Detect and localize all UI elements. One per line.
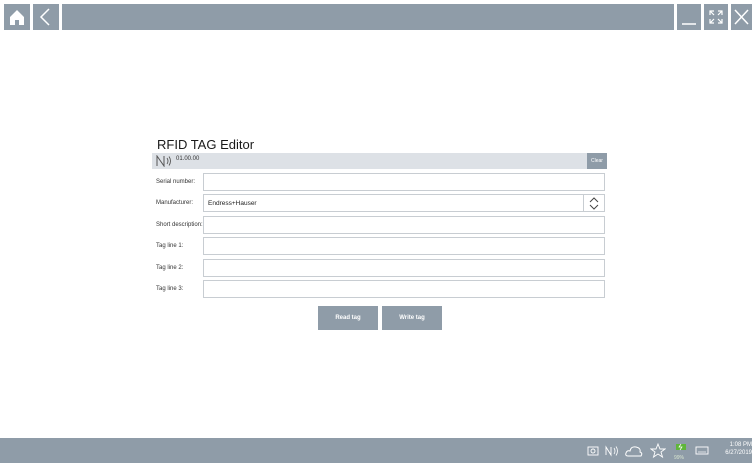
clock-date: 6/27/2019	[725, 450, 752, 456]
manufacturer-spinner[interactable]	[583, 195, 604, 211]
close-icon	[734, 9, 749, 25]
camera-icon[interactable]	[586, 438, 600, 463]
version-text: 01.00.00	[176, 156, 200, 162]
tag-line-3-field[interactable]	[203, 280, 605, 298]
home-icon	[10, 10, 24, 25]
home-button[interactable]	[4, 4, 30, 30]
manufacturer-value: Endress+Hauser	[208, 200, 257, 207]
write-tag-button[interactable]: Write tag	[382, 306, 442, 330]
form-row-serial-number: Serial number:	[152, 173, 607, 193]
taskbar: 99% 1:08 PM 6/27/2019	[0, 438, 752, 463]
status-bar: 01.00.00 Clear	[152, 153, 607, 169]
short-description-label: Short description:	[156, 222, 203, 228]
tag-line-2-label: Tag line 2:	[156, 265, 184, 271]
tag-line-2-field[interactable]	[203, 259, 605, 277]
close-button[interactable]	[731, 4, 752, 30]
tag-line-1-label: Tag line 1:	[156, 243, 184, 249]
nfc-tray-icon[interactable]	[604, 438, 620, 463]
short-description-field[interactable]	[203, 216, 605, 234]
battery-percent: 99%	[674, 455, 685, 461]
clock-time: 1:08 PM	[729, 442, 752, 448]
title-bar	[62, 4, 674, 30]
cloud-icon[interactable]	[624, 438, 644, 463]
chevron-up-down-icon	[589, 197, 599, 210]
battery-icon[interactable]	[674, 438, 688, 454]
tag-line-1-field[interactable]	[203, 237, 605, 255]
serial-number-field[interactable]	[203, 173, 605, 191]
form-row-manufacturer: Manufacturer: Endress+Hauser	[152, 194, 607, 214]
maximize-icon	[709, 10, 723, 24]
keyboard-icon[interactable]	[694, 438, 710, 463]
minimize-icon	[682, 23, 696, 25]
manufacturer-select[interactable]: Endress+Hauser	[203, 194, 605, 212]
app-titlebar	[0, 0, 752, 34]
clear-button[interactable]: Clear	[587, 153, 607, 169]
back-icon	[39, 8, 50, 26]
form-row-short-description: Short description:	[152, 216, 607, 236]
maximize-button[interactable]	[704, 4, 728, 30]
minimize-button[interactable]	[677, 4, 701, 30]
manufacturer-label: Manufacturer:	[156, 200, 194, 206]
read-tag-button[interactable]: Read tag	[318, 306, 378, 330]
back-button[interactable]	[33, 4, 59, 30]
form-row-tag-line-1: Tag line 1:	[152, 237, 607, 257]
form-row-tag-line-3: Tag line 3:	[152, 280, 607, 300]
nfc-icon	[156, 155, 171, 167]
star-icon[interactable]	[650, 438, 666, 463]
page-title: RFID TAG Editor	[157, 137, 255, 152]
clock[interactable]: 1:08 PM 6/27/2019	[712, 441, 752, 457]
serial-number-label: Serial number:	[156, 179, 196, 185]
tag-line-3-label: Tag line 3:	[156, 286, 184, 292]
form-row-tag-line-2: Tag line 2:	[152, 259, 607, 279]
